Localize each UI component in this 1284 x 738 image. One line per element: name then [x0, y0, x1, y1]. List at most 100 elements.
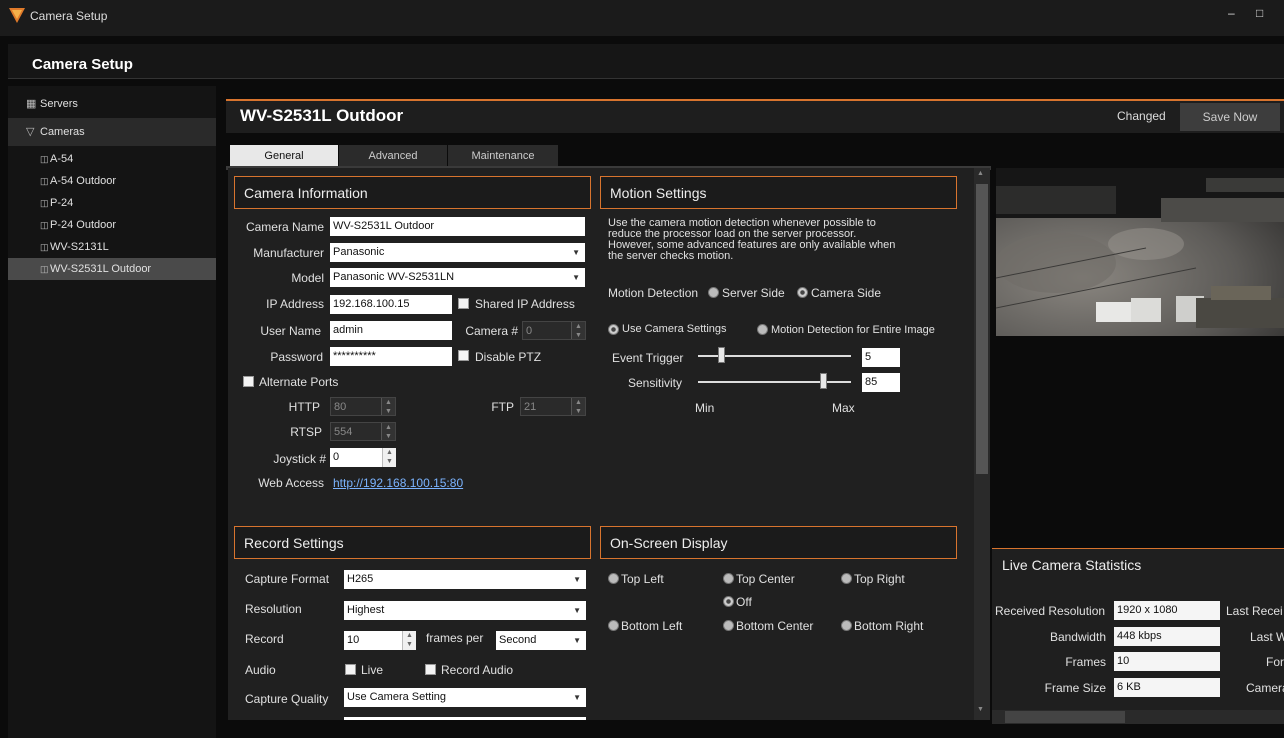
sidebar-item-label: Servers: [40, 98, 78, 110]
event-trigger-thumb[interactable]: [718, 347, 725, 363]
sidebar-camera-item[interactable]: ◫ P-24 Outdoor: [8, 214, 216, 236]
live-audio-checkbox[interactable]: [345, 664, 356, 675]
osd-top-center-radio[interactable]: [723, 573, 734, 584]
capture-quality-label: Capture Quality: [245, 692, 329, 706]
camera-number-input[interactable]: 0 ▲ ▼: [522, 321, 586, 340]
tab-maintenance[interactable]: Maintenance: [448, 145, 558, 167]
rtsp-port-input[interactable]: 554 ▲ ▼: [330, 422, 396, 441]
use-camera-settings-radio[interactable]: [608, 324, 619, 335]
camera-side-radio[interactable]: [797, 287, 808, 298]
app-header: [8, 44, 1284, 79]
osd-bottom-center-radio[interactable]: [723, 620, 734, 631]
scroll-thumb[interactable]: [976, 184, 988, 474]
sensitivity-input[interactable]: 85: [862, 373, 900, 392]
sensitivity-slider[interactable]: [698, 381, 851, 383]
camera-name-input[interactable]: WV-S2531L Outdoor: [330, 217, 585, 236]
sidebar-camera-item[interactable]: ◫ A-54 Outdoor: [8, 170, 216, 192]
capture-quality-select[interactable]: Use Camera Setting ▼: [344, 688, 586, 707]
password-label: Password: [270, 350, 323, 364]
ip-address-label: IP Address: [266, 297, 324, 311]
model-label: Model: [291, 271, 324, 285]
record-audio-checkbox[interactable]: [425, 664, 436, 675]
sidebar-camera-item[interactable]: ◫ P-24: [8, 192, 216, 214]
cameras-icon: ▽: [26, 126, 35, 138]
event-trigger-input[interactable]: 5: [862, 348, 900, 367]
minimize-button[interactable]: –: [1228, 6, 1235, 20]
resolution-select[interactable]: Highest ▼: [344, 601, 586, 620]
received-resolution-label: Received Resolution: [995, 604, 1106, 618]
frames-value: 10: [1114, 652, 1220, 671]
user-name-input[interactable]: admin: [330, 321, 452, 340]
alternate-ports-label: Alternate Ports: [259, 375, 339, 389]
osd-top-right-label: Top Right: [854, 572, 905, 586]
scroll-down-icon: ▼: [977, 706, 984, 713]
manufacturer-select[interactable]: Panasonic ▼: [330, 243, 585, 262]
sidebar-camera-item[interactable]: ◫ A-54: [8, 148, 216, 170]
disable-ptz-checkbox[interactable]: [458, 350, 469, 361]
sidebar-item-label: Cameras: [40, 126, 85, 138]
section-title: Camera Information: [244, 185, 368, 201]
rtsp-label: RTSP: [290, 425, 322, 439]
vertical-scrollbar[interactable]: ▲ ▼: [974, 168, 990, 720]
description-line: the server checks motion.: [608, 250, 734, 262]
osd-top-left-radio[interactable]: [608, 573, 619, 584]
dropdown-arrow-icon: ▼: [573, 575, 581, 584]
alternate-ports-checkbox[interactable]: [243, 376, 254, 387]
maximize-button[interactable]: □: [1256, 6, 1263, 20]
password-input[interactable]: **********: [330, 347, 452, 366]
horizontal-scroll-thumb[interactable]: [1005, 711, 1125, 723]
dropdown-arrow-icon: ▼: [573, 606, 581, 615]
record-rate-input[interactable]: 10 ▲ ▼: [344, 631, 416, 650]
http-port-input[interactable]: 80 ▲ ▼: [330, 397, 396, 416]
sensitivity-thumb[interactable]: [820, 373, 827, 389]
tab-advanced[interactable]: Advanced: [339, 145, 447, 167]
sidebar-item-label: A-54: [50, 153, 74, 165]
record-audio-label: Record Audio: [441, 663, 514, 677]
dropdown-arrow-icon: ▼: [573, 693, 581, 702]
frames-per-label: frames per: [426, 631, 484, 645]
frame-size-label: Frame Size: [1044, 681, 1106, 695]
web-access-link[interactable]: http://192.168.100.15:80: [333, 476, 463, 490]
spinner-icon[interactable]: ▲ ▼: [381, 398, 395, 415]
tab-general[interactable]: General: [230, 145, 338, 167]
last-received-label: Last Recei: [1226, 604, 1283, 618]
server-side-radio[interactable]: [708, 287, 719, 298]
capture-format-label: Capture Format: [245, 572, 330, 586]
spinner-icon[interactable]: ▲ ▼: [571, 322, 585, 339]
joystick-input[interactable]: 0 ▲ ▼: [330, 448, 396, 467]
spinner-icon[interactable]: ▲ ▼: [381, 423, 395, 440]
entire-image-radio[interactable]: [757, 324, 768, 335]
joystick-value: 0: [333, 451, 340, 463]
sidebar-camera-item[interactable]: ◫ WV-S2131L: [8, 236, 216, 258]
camera-label: Camera: [1246, 681, 1284, 695]
capture-format-select[interactable]: H265 ▼: [344, 570, 586, 589]
shared-ip-checkbox[interactable]: [458, 298, 469, 309]
ip-address-input[interactable]: 192.168.100.15: [330, 295, 452, 314]
sidebar-item-label: P-24: [50, 197, 74, 209]
on-screen-display-section: On-Screen Display: [600, 526, 957, 559]
live-camera-preview: [996, 168, 1284, 336]
title-bar: [0, 0, 1284, 36]
osd-bottom-right-radio[interactable]: [841, 620, 852, 631]
osd-bottom-left-radio[interactable]: [608, 620, 619, 631]
camera-title: WV-S2531L Outdoor: [240, 106, 404, 125]
spinner-icon[interactable]: ▲ ▼: [382, 448, 396, 467]
frames-label: Frames: [1065, 655, 1106, 669]
ftp-port-input[interactable]: 21 ▲ ▼: [520, 397, 586, 416]
sidebar-item-servers[interactable]: ▦ Servers: [8, 90, 216, 118]
osd-top-right-radio[interactable]: [841, 573, 852, 584]
sidebar-camera-item-selected[interactable]: ◫ WV-S2531L Outdoor: [8, 258, 216, 280]
manufacturer-label: Manufacturer: [253, 246, 324, 260]
sidebar-item-cameras[interactable]: ▽ Cameras: [8, 118, 216, 146]
rtsp-port-value: 554: [334, 426, 353, 438]
spinner-icon[interactable]: ▲ ▼: [571, 398, 585, 415]
web-access-label: Web Access: [258, 476, 324, 490]
spinner-icon[interactable]: ▲ ▼: [402, 631, 416, 650]
received-resolution-value: 1920 x 1080: [1114, 601, 1220, 620]
sidebar-item-label: WV-S2131L: [50, 241, 109, 253]
save-now-button[interactable]: Save Now: [1180, 103, 1280, 131]
model-select[interactable]: Panasonic WV-S2531LN ▼: [330, 268, 585, 287]
osd-off-radio[interactable]: [723, 596, 734, 607]
frames-unit-select[interactable]: Second ▼: [496, 631, 586, 650]
sidebar-item-label: P-24 Outdoor: [50, 219, 117, 231]
